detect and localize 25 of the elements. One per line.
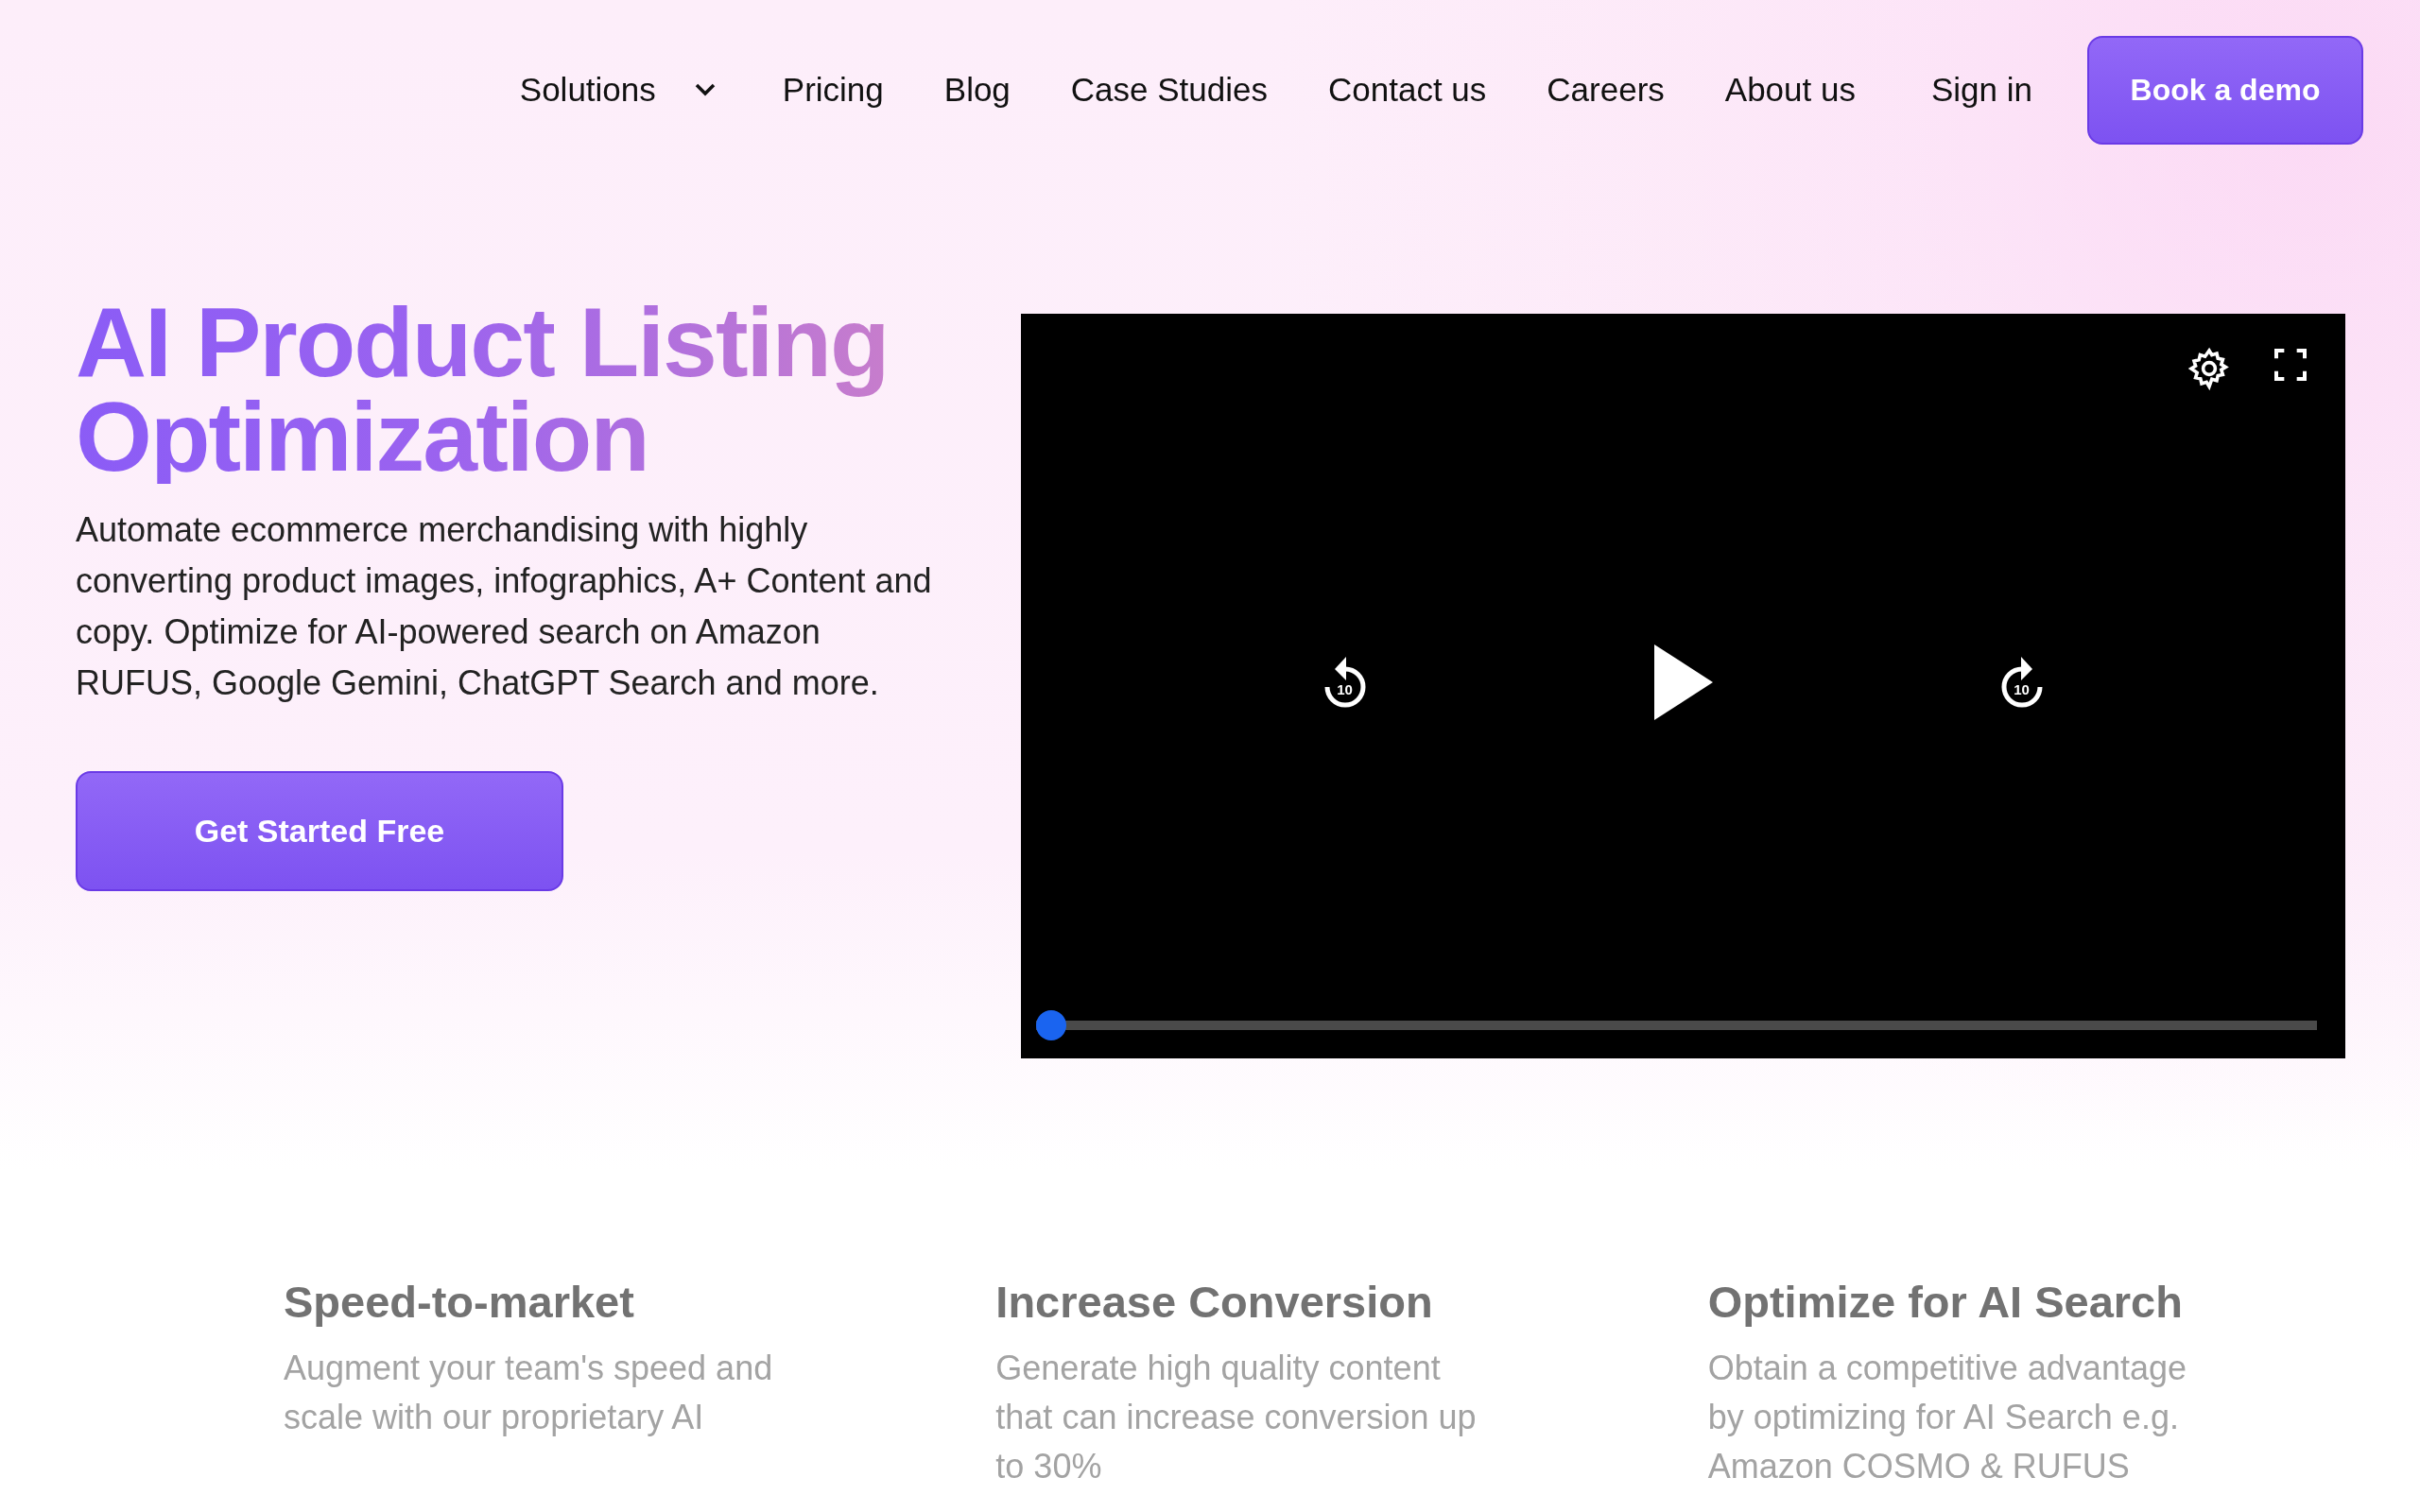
rewind-button[interactable]: 10 [1319, 655, 1371, 710]
feature-title: Increase Conversion [995, 1276, 1434, 1329]
feature-text: Generate high quality content that can increase conversion up to 30% [995, 1348, 1478, 1487]
nav-link[interactable]: About us [1724, 71, 1856, 109]
nav-link[interactable]: Blog [943, 71, 1011, 109]
book-demo-button[interactable]: Book a demo [2087, 35, 2363, 145]
feature-text: Obtain a competitive advantage by optimizing for AI Search e.g. Amazon COSMO & RUFUS [1707, 1348, 2187, 1487]
nav-dropdown[interactable]: Solutions [519, 71, 717, 109]
feature-text: Augment your team's speed and scale with our proprietary AI [284, 1348, 774, 1438]
forward-button[interactable]: 10 [1996, 655, 2048, 710]
get-started-button[interactable]: Get Started Free [76, 771, 563, 891]
nav-link[interactable]: Pricing [782, 71, 884, 109]
settings-icon[interactable] [2187, 346, 2232, 391]
chevron-down-icon [693, 82, 717, 97]
fullscreen-icon[interactable] [2272, 346, 2309, 384]
hero-description: Automate ecommerce merchandising with highly converting product images, infographics, A+ Content and copy. Optimize for AI-powered search on Amazon RUFUS, Google Gemini, ChatGPT Search and more. [76, 509, 933, 704]
nav-link[interactable]: Case Studies [1070, 71, 1268, 109]
feature-title: Optimize for AI Search [1707, 1276, 2184, 1329]
nav-link[interactable]: Careers [1547, 71, 1665, 109]
nav-link[interactable]: Contact us [1328, 71, 1487, 109]
progress-thumb[interactable] [1036, 1010, 1066, 1040]
video-player[interactable]: 10 10 [1021, 314, 2345, 1058]
play-icon[interactable] [1653, 644, 1713, 720]
feature-title: Speed-to-market [284, 1276, 635, 1329]
sign-in-link[interactable]: Sign in [1930, 71, 2032, 109]
